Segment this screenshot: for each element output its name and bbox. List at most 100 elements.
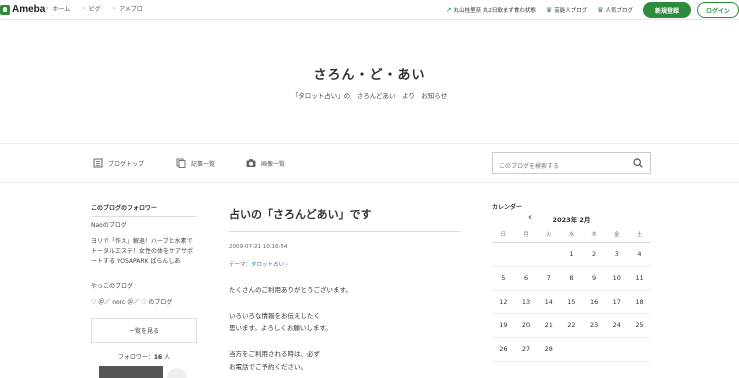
global-header: Ameba › ホーム › ピグ › アメブロ ↗ 丸山桂里奈 丸2日飲まず食わ状態 ♛…	[0, 0, 739, 20]
calendar-week-row: 5 6 7 8 9 10 11	[492, 267, 651, 291]
follower-link[interactable]: Naoのブログ	[91, 221, 197, 231]
calendar-weekday: 木	[591, 232, 597, 238]
entry-paragraph: 当方をご利用される時は、必ず お電話でご予約ください。	[229, 349, 320, 371]
calendar-day	[515, 243, 538, 266]
calendar-day[interactable]: 8	[560, 267, 583, 290]
blog-search	[492, 152, 651, 177]
search-icon[interactable]	[633, 158, 643, 168]
calendar-weekday: 日	[500, 232, 507, 238]
calendar-day[interactable]: 19	[492, 314, 515, 337]
calendar-weekday-row: 日月火水木金土	[492, 229, 651, 243]
calendar-day[interactable]: 21	[537, 314, 560, 337]
crown-icon: ♛	[597, 6, 604, 14]
calendar-day[interactable]: 20	[515, 314, 538, 337]
documents-icon	[176, 158, 186, 168]
calendar-week-row: 12 13 14 15 16 17 18	[492, 291, 651, 315]
register-button[interactable]: 新規登録	[643, 2, 691, 18]
nav-blog-top[interactable]: ブログトップ	[93, 158, 144, 168]
entry-date: 2009-07-21 10:16:54	[229, 244, 288, 250]
chevron-right-icon: ›	[112, 5, 116, 12]
calendar-day[interactable]: 17	[605, 291, 628, 314]
follower-link[interactable]: やっこのブログ	[91, 282, 197, 292]
follow-menu-button[interactable]	[167, 368, 187, 378]
calendar-day[interactable]: 25	[628, 314, 651, 337]
calendar-day[interactable]: 11	[628, 267, 651, 290]
logo-text: Ameba	[12, 4, 46, 15]
calendar-day	[492, 243, 515, 266]
celebrity-blog-link[interactable]: ♛ 芸能人ブログ	[546, 6, 587, 14]
calendar-day[interactable]: 23	[583, 314, 606, 337]
list-icon	[93, 158, 103, 168]
follower-link[interactable]: ♡ ＠／ norc ＠／ ♡ のブログ	[91, 298, 197, 308]
calendar-day	[560, 338, 583, 361]
entry-title[interactable]: 占いの「さろんどあい」です	[229, 206, 461, 232]
calendar-day[interactable]: 14	[537, 291, 560, 314]
blog-nav: ブログトップ 記事一覧 画像一覧	[0, 143, 739, 183]
header-actions: ↗ 丸山桂里奈 丸2日飲まず食わ状態 ♛ 芸能人ブログ ♛ 人気ブログ 新規登録 ログ…	[446, 0, 739, 20]
trend-link[interactable]: ↗ 丸山桂里奈 丸2日飲まず食わ状態	[446, 6, 536, 14]
chevron-right-icon: ›	[46, 5, 49, 12]
login-button[interactable]: ログイン	[697, 2, 739, 18]
ameba-logo-icon	[0, 4, 10, 15]
calendar-weekday: 金	[614, 232, 620, 238]
popular-blog-link[interactable]: ♛ 人気ブログ	[597, 6, 633, 14]
blog-description: 「タロット占い」の さろんどあい より お知らせ	[291, 92, 448, 100]
calendar-day[interactable]: 7	[537, 267, 560, 290]
calendar-day[interactable]: 13	[515, 291, 538, 314]
calendar-day[interactable]: 3	[605, 243, 628, 266]
calendar-day	[537, 243, 560, 266]
calendar-day[interactable]: 10	[605, 267, 628, 290]
calendar-week-row: 1234	[492, 243, 651, 267]
calendar-day[interactable]: 22	[560, 314, 583, 337]
follower-count-value: 16	[153, 354, 163, 361]
global-nav-home[interactable]: › ホーム	[46, 4, 70, 13]
calendar-weekday: 月	[523, 232, 529, 238]
calendar-weekday: 火	[545, 232, 552, 238]
global-nav-pigg[interactable]: › ピグ	[82, 4, 100, 13]
calendar-day[interactable]: 15	[560, 291, 583, 314]
calendar-day[interactable]: 18	[628, 291, 651, 314]
global-nav: › ホーム › ピグ › アメブロ	[46, 4, 155, 13]
chevron-right-icon: ›	[82, 5, 85, 12]
entry-theme: テーマ：タロット占い ›	[229, 262, 288, 268]
blog-title[interactable]: さろん・ど・あい	[0, 64, 739, 83]
entry-paragraph: いろいろな情報をお伝えしたく 思います。よろしくお願いします。	[229, 311, 332, 333]
calendar-grid: 日月火水木金土 1 2 3 4 5 6 7 8 9 10 11 12 13 14 15 16 17 18 19 20 21…	[492, 229, 651, 362]
calendar-day[interactable]: 2	[583, 243, 606, 266]
calendar-day[interactable]: 26	[492, 338, 515, 361]
calendar-day	[583, 338, 606, 361]
calendar-day[interactable]: 28	[537, 338, 560, 361]
follower-count: フォロワー：16 人	[117, 354, 171, 361]
calendar-day[interactable]: 27	[515, 338, 538, 361]
search-input[interactable]	[493, 156, 623, 177]
calendar-week-row: 26 27 28	[492, 338, 651, 362]
theme-link[interactable]: タロット占い	[251, 262, 284, 268]
followers-heading: このブログのフォロワー	[91, 203, 197, 217]
calendar-day[interactable]: 4	[628, 243, 651, 266]
camera-icon	[246, 159, 256, 167]
calendar-day[interactable]: 1	[560, 243, 583, 266]
entry-paragraph: たくさんのご利用ありがとうございます。	[229, 286, 352, 294]
calendar-day	[628, 338, 651, 361]
calendar-weekday: 土	[636, 232, 643, 238]
ameba-logo[interactable]: Ameba	[0, 2, 45, 17]
follow-button[interactable]	[99, 366, 163, 378]
crown-icon: ♛	[545, 6, 553, 14]
nav-image-list[interactable]: 画像一覧	[246, 158, 285, 168]
entry-body: たくさんのご利用ありがとうございます。 いろいろな情報をお伝えしたく 思います。…	[229, 284, 461, 378]
calendar-day[interactable]: 9	[583, 267, 606, 290]
calendar-day[interactable]: 5	[492, 267, 515, 290]
calendar-week-row: 19 20 21 22 23 24 25	[492, 314, 651, 339]
nav-entry-list[interactable]: 記事一覧	[176, 158, 215, 168]
calendar-day	[605, 338, 628, 361]
see-all-followers-button[interactable]: 一覧を見る	[91, 318, 197, 343]
chevron-left-icon[interactable]: ‹	[528, 212, 532, 223]
calendar-day[interactable]: 16	[583, 291, 606, 314]
trend-icon: ↗	[445, 6, 452, 14]
follower-link[interactable]: ヨリで「作え」解退！ハーブと水素でトータルエステ！女性の体をケアサポートする Y…	[91, 237, 197, 267]
calendar-month: ‹ 2023年 2月	[528, 212, 591, 224]
global-nav-ameblo[interactable]: › アメブロ	[113, 4, 143, 13]
calendar-day[interactable]: 6	[515, 267, 538, 290]
calendar-day[interactable]: 12	[492, 291, 515, 314]
calendar-day[interactable]: 24	[605, 314, 628, 337]
